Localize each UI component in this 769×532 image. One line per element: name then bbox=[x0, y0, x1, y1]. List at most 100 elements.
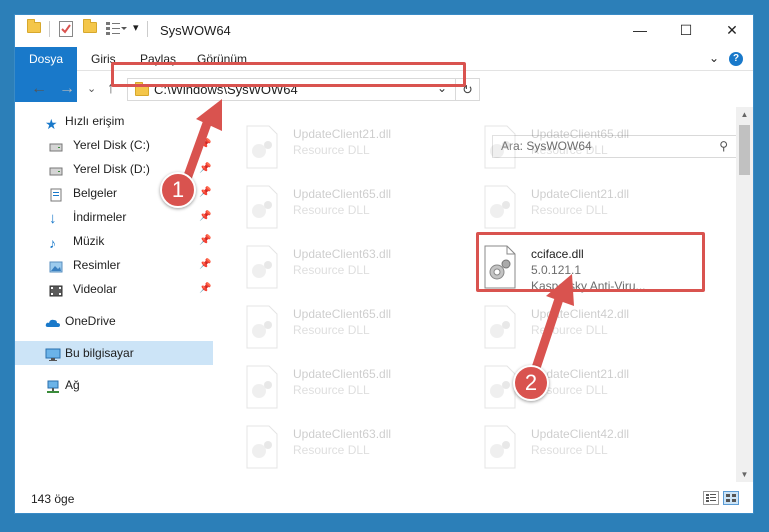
properties-icon[interactable] bbox=[59, 21, 73, 39]
qa-dropdown-icon[interactable]: ▾ bbox=[133, 21, 139, 39]
file-item[interactable]: UpdateClient42.dll Resource DLL bbox=[473, 419, 703, 474]
file-item[interactable]: UpdateClient63.dll Resource DLL bbox=[235, 419, 465, 474]
sidebar-item-pictures[interactable]: Resimler 📌 bbox=[15, 253, 213, 277]
sidebar-item-label: Bu bilgisayar bbox=[65, 346, 134, 360]
sidebar-item-videos[interactable]: Videolar 📌 bbox=[15, 277, 213, 301]
window-title: SysWOW64 bbox=[160, 23, 231, 38]
file-type: Resource DLL bbox=[293, 383, 370, 397]
close-button[interactable]: ✕ bbox=[709, 15, 753, 47]
pin-icon[interactable]: 📌 bbox=[199, 205, 211, 229]
vertical-scrollbar[interactable]: ▲ ▼ bbox=[736, 107, 753, 482]
file-name: UpdateClient21.dll bbox=[531, 187, 630, 201]
file-type: Resource DLL bbox=[531, 443, 608, 457]
step-badge-1: 1 bbox=[160, 172, 196, 208]
sidebar-item-label: Müzik bbox=[73, 234, 105, 248]
file-item[interactable]: UpdateClient63.dll Resource DLL bbox=[235, 239, 465, 294]
step-badge-2: 2 bbox=[513, 365, 549, 401]
minimize-button[interactable]: — bbox=[617, 15, 663, 47]
maximize-button[interactable]: ☐ bbox=[663, 15, 709, 47]
tiles-view-icon[interactable] bbox=[723, 491, 739, 505]
download-icon: ↓ bbox=[49, 210, 57, 227]
sidebar-item-label: OneDrive bbox=[65, 314, 116, 328]
pin-icon[interactable]: 📌 bbox=[199, 277, 211, 301]
computer-icon bbox=[45, 346, 61, 361]
scroll-down-icon[interactable]: ▼ bbox=[736, 470, 753, 479]
forward-button[interactable]: → bbox=[59, 80, 75, 98]
dll-file-icon bbox=[484, 185, 516, 229]
dll-file-icon bbox=[246, 125, 278, 169]
pin-icon[interactable]: 📌 bbox=[199, 253, 211, 277]
file-name: UpdateClient21.dll bbox=[293, 127, 392, 141]
sidebar-item-this-pc[interactable]: Bu bilgisayar bbox=[15, 341, 213, 365]
dll-file-icon bbox=[246, 305, 278, 349]
file-item[interactable]: UpdateClient21.dll Resource DLL bbox=[473, 179, 703, 234]
back-button[interactable]: ← bbox=[31, 80, 47, 98]
ribbon-expand-icon[interactable]: ⌄ bbox=[709, 51, 719, 65]
file-item[interactable]: UpdateClient42.dll Resource DLL bbox=[473, 299, 703, 354]
new-folder-icon[interactable] bbox=[83, 19, 97, 40]
recent-locations-button[interactable]: ⌄ bbox=[87, 82, 96, 95]
pictures-icon bbox=[49, 258, 63, 273]
sidebar-item-label: Videolar bbox=[73, 282, 117, 296]
sidebar-item-label: Hızlı erişim bbox=[65, 114, 125, 128]
sidebar-item-label: Yerel Disk (D:) bbox=[73, 162, 150, 176]
dll-file-icon bbox=[246, 365, 278, 409]
file-type: Resource DLL bbox=[531, 203, 608, 217]
file-highlight-box bbox=[476, 232, 705, 292]
dll-file-icon bbox=[484, 125, 516, 169]
address-highlight-box bbox=[111, 62, 466, 87]
file-item[interactable]: UpdateClient65.dll Resource DLL bbox=[235, 179, 465, 234]
sidebar-item-label: Yerel Disk (C:) bbox=[73, 138, 150, 152]
title-bar: ▾ SysWOW64 — ☐ ✕ bbox=[15, 15, 753, 47]
status-bar: 143 öge bbox=[15, 485, 753, 513]
file-item[interactable]: UpdateClient21.dll Resource DLL bbox=[235, 119, 465, 174]
details-view-icon[interactable] bbox=[703, 491, 719, 505]
file-name: UpdateClient65.dll bbox=[293, 307, 392, 321]
dll-file-icon bbox=[246, 425, 278, 469]
file-type: Resource DLL bbox=[293, 203, 370, 217]
sidebar-item-label: İndirmeler bbox=[73, 210, 127, 224]
file-item[interactable]: UpdateClient65.dll Resource DLL bbox=[235, 359, 465, 414]
file-name: UpdateClient63.dll bbox=[293, 247, 392, 261]
file-type: Resource DLL bbox=[293, 263, 370, 277]
file-name: UpdateClient63.dll bbox=[293, 427, 392, 441]
sidebar-item-music[interactable]: ♪ Müzik 📌 bbox=[15, 229, 213, 253]
onedrive-icon bbox=[45, 314, 60, 328]
dll-file-icon bbox=[246, 245, 278, 289]
file-type: Resource DLL bbox=[531, 143, 608, 157]
item-count: 143 öge bbox=[31, 492, 75, 506]
sidebar-item-onedrive[interactable]: OneDrive bbox=[15, 309, 213, 333]
dll-file-icon bbox=[484, 305, 516, 349]
customize-icon[interactable] bbox=[105, 20, 127, 38]
scroll-up-icon[interactable]: ▲ bbox=[736, 110, 753, 119]
sidebar-item-downloads[interactable]: ↓ İndirmeler 📌 bbox=[15, 205, 213, 229]
drive-icon bbox=[49, 162, 63, 176]
network-icon bbox=[45, 378, 59, 393]
sidebar-item-network[interactable]: Ağ bbox=[15, 373, 213, 397]
divider bbox=[49, 21, 50, 37]
file-name: UpdateClient65.dll bbox=[293, 367, 392, 381]
music-icon: ♪ bbox=[49, 235, 56, 251]
folder-icon bbox=[27, 19, 41, 40]
help-icon[interactable]: ? bbox=[729, 52, 743, 66]
file-item[interactable]: UpdateClient65.dll Resource DLL bbox=[473, 119, 703, 174]
file-name: UpdateClient65.dll bbox=[293, 187, 392, 201]
divider bbox=[147, 21, 148, 37]
file-name: UpdateClient65.dll bbox=[531, 127, 630, 141]
file-name: UpdateClient42.dll bbox=[531, 427, 630, 441]
sidebar-item-label: Resimler bbox=[73, 258, 121, 272]
sidebar-item-label: Belgeler bbox=[73, 186, 118, 200]
pin-icon[interactable]: 📌 bbox=[199, 229, 211, 253]
file-item[interactable]: UpdateClient65.dll Resource DLL bbox=[235, 299, 465, 354]
scrollbar-thumb[interactable] bbox=[739, 125, 750, 175]
file-list: UpdateClient21.dll Resource DLL UpdateCl… bbox=[223, 107, 733, 482]
file-item[interactable]: UpdateClient21.dll Resource DLL bbox=[473, 359, 703, 414]
dll-file-icon bbox=[246, 185, 278, 229]
file-type: Resource DLL bbox=[293, 323, 370, 337]
star-icon: ★ bbox=[45, 116, 58, 132]
dll-file-icon bbox=[484, 425, 516, 469]
file-type: Resource DLL bbox=[293, 143, 370, 157]
file-type: Resource DLL bbox=[293, 443, 370, 457]
sidebar-item-label: Ağ bbox=[65, 378, 80, 392]
drive-icon bbox=[49, 138, 63, 152]
